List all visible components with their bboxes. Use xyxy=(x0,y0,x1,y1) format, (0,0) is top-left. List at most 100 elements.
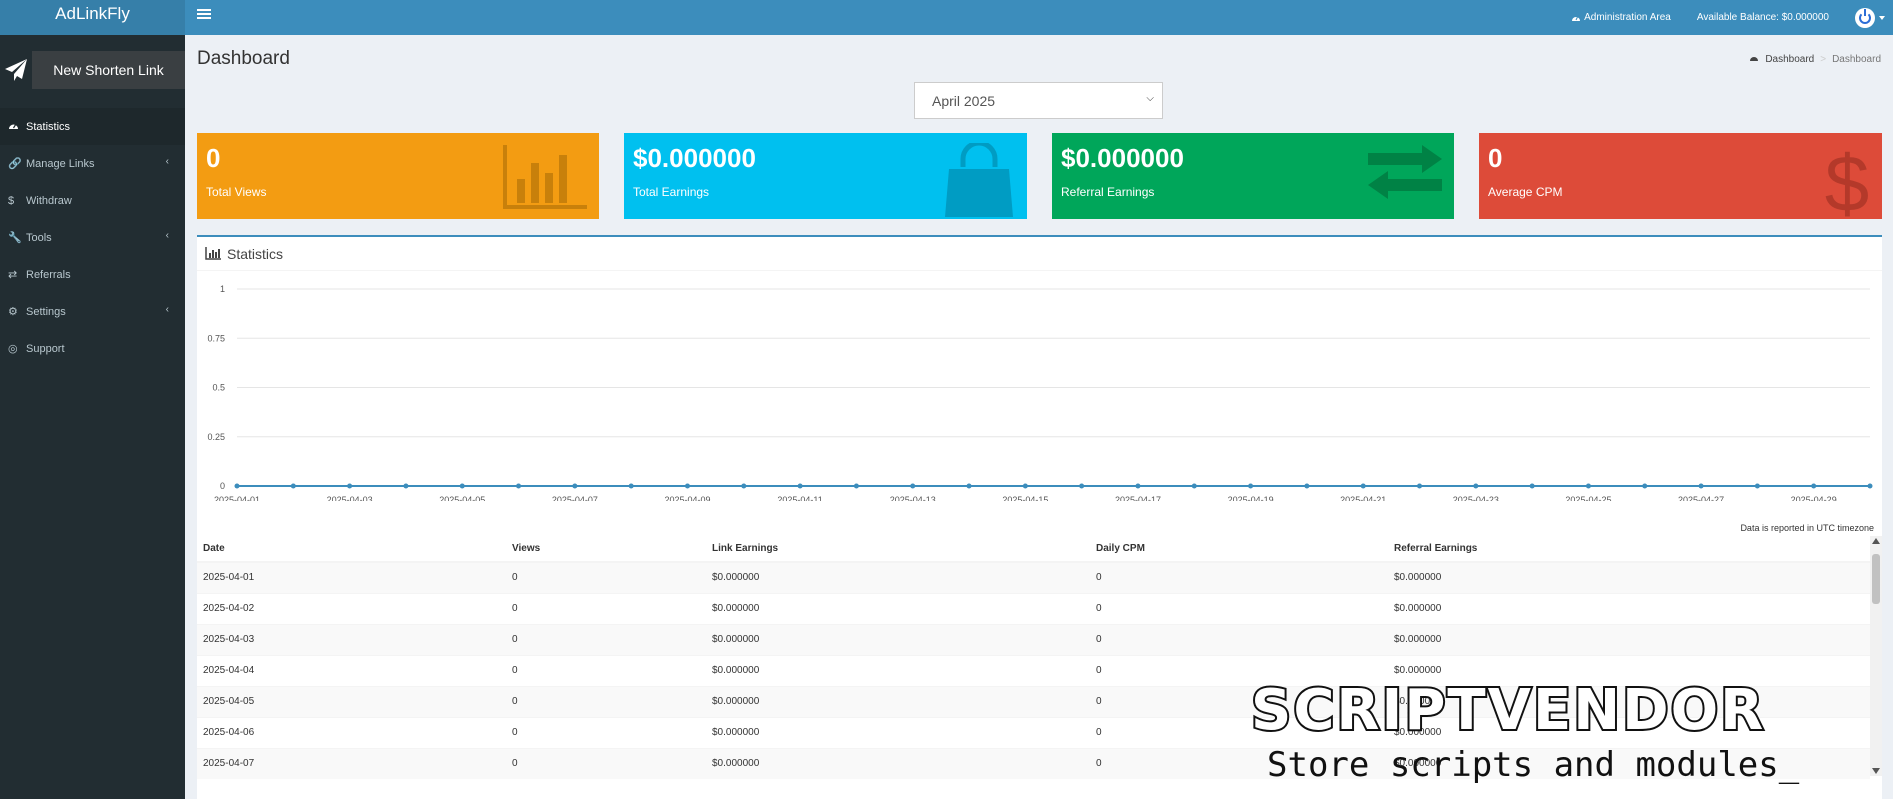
stat-label: Total Earnings xyxy=(633,185,710,199)
life-ring-icon: ◎ xyxy=(8,343,18,355)
x-tick-label: 2025-04-05 xyxy=(439,495,485,501)
table-cell: $0.000000 xyxy=(1388,561,1870,593)
statistics-chart: 0 0.25 0.5 0.75 1 2025-04-01 2025-04-03 2025-04… xyxy=(207,284,1873,501)
bar-chart-icon xyxy=(205,247,221,260)
x-tick-label: 2025-04-03 xyxy=(327,495,373,501)
column-header[interactable]: Daily CPM xyxy=(1090,536,1388,563)
table-cell: $0.000000 xyxy=(706,685,1090,717)
y-tick-label: 0.5 xyxy=(212,383,225,393)
table-cell: 0 xyxy=(1090,592,1388,624)
paper-plane-icon xyxy=(0,51,32,89)
data-point xyxy=(1135,483,1141,489)
x-tick-label: 2025-04-19 xyxy=(1228,495,1274,501)
table-header-row: Date Views Link Earnings Daily CPM Refer… xyxy=(197,536,1870,563)
x-tick-label: 2025-04-29 xyxy=(1791,495,1837,501)
statistics-panel-title: Statistics xyxy=(227,245,284,262)
shopping-bag-icon xyxy=(945,143,1013,217)
dashboard-icon xyxy=(1572,15,1581,21)
table-cell: 2025-04-03 xyxy=(197,623,506,655)
table-cell: $0.000000 xyxy=(706,623,1090,655)
data-point xyxy=(1698,483,1704,489)
x-tick-label: 2025-04-27 xyxy=(1678,495,1724,501)
sidebar-item-statistics[interactable]: Statistics xyxy=(0,108,185,145)
column-header[interactable]: Date xyxy=(197,536,506,563)
sidebar-item-label: Settings xyxy=(26,305,66,318)
sidebar-item-withdraw[interactable]: $ Withdraw xyxy=(0,182,185,219)
stat-box-average-cpm: 0 Average CPM $ xyxy=(1479,133,1882,219)
chevron-left-icon: ‹ xyxy=(165,156,169,167)
sidebar-item-label: Referrals xyxy=(26,268,71,281)
column-header[interactable]: Views xyxy=(506,536,706,563)
data-point xyxy=(459,483,465,489)
x-tick-label: 2025-04-13 xyxy=(890,495,936,501)
svg-text:$: $ xyxy=(1825,143,1870,219)
scroll-thumb[interactable] xyxy=(1872,554,1880,604)
stat-box-total-views: 0 Total Views xyxy=(197,133,599,219)
sidebar-item-label: Withdraw xyxy=(26,194,72,207)
gears-icon: ⚙ xyxy=(8,306,18,318)
table-cell: 2025-04-07 xyxy=(197,747,506,779)
scroll-up-icon[interactable] xyxy=(1872,538,1880,544)
x-tick-label: 2025-04-11 xyxy=(777,495,822,501)
table-row: 2025-04-01 0 $0.000000 0 $0.000000 xyxy=(197,561,1870,593)
y-tick-label: 0.75 xyxy=(207,333,225,343)
chevron-down-icon: ⌵ xyxy=(1146,93,1154,104)
data-point xyxy=(1811,483,1817,489)
dollar-icon: $ xyxy=(8,194,15,207)
table-cell: 0 xyxy=(506,592,706,624)
table-cell: $0.000000 xyxy=(1388,623,1870,655)
data-point xyxy=(1079,483,1085,489)
stat-value: $0.000000 xyxy=(1061,143,1184,173)
sidebar-item-settings[interactable]: ⚙ Settings ‹ xyxy=(0,293,185,330)
column-header[interactable]: Referral Earnings xyxy=(1388,536,1870,563)
data-point xyxy=(234,483,240,489)
dashboard-icon xyxy=(1749,53,1759,65)
scriptvendor-watermark: SCRIPTVENDOR Store scripts and modules_ xyxy=(1249,678,1873,793)
caret-down-icon[interactable] xyxy=(1879,15,1885,20)
table-cell: $0.000000 xyxy=(1388,592,1870,624)
sidebar-item-support[interactable]: ◎ Support xyxy=(0,330,185,367)
page-title: Dashboard xyxy=(197,48,290,69)
table-cell: 0 xyxy=(506,685,706,717)
data-point xyxy=(1585,483,1591,489)
data-point xyxy=(572,483,578,489)
exchange-icon: ⇄ xyxy=(8,269,18,281)
bar-chart-icon xyxy=(503,145,587,209)
table-cell: 0 xyxy=(506,747,706,779)
column-header[interactable]: Link Earnings xyxy=(706,536,1090,563)
top-nav-right: Administration Area Available Balance: $… xyxy=(1571,0,1893,35)
x-tick-label: 2025-04-07 xyxy=(552,495,598,501)
sidebar-item-tools[interactable]: 🔧 Tools ‹ xyxy=(0,219,185,256)
table-cell: 0 xyxy=(506,654,706,686)
data-point xyxy=(516,483,522,489)
sidebar-item-manage-links[interactable]: 🔗 Manage Links ‹ xyxy=(0,145,185,182)
month-select[interactable]: April 2025 ⌵ xyxy=(914,82,1163,119)
breadcrumb-separator: > xyxy=(1820,53,1827,65)
new-shorten-link-button[interactable]: New Shorten Link xyxy=(0,51,185,89)
dollar-icon: $ xyxy=(1825,143,1870,219)
x-tick-label: 2025-04-09 xyxy=(664,495,710,501)
admin-area-link[interactable]: Administration Area xyxy=(1571,12,1671,23)
y-tick-label: 0 xyxy=(220,481,225,491)
breadcrumb-link[interactable]: Dashboard xyxy=(1765,54,1814,65)
y-tick-label: 0.25 xyxy=(207,432,225,442)
table-cell: 2025-04-01 xyxy=(197,561,506,593)
dashboard-icon xyxy=(8,120,26,133)
breadcrumb: Dashboard > Dashboard xyxy=(1749,53,1881,65)
exchange-icon xyxy=(1368,145,1442,199)
data-point xyxy=(797,483,803,489)
x-tick-label: 2025-04-23 xyxy=(1453,495,1499,501)
app-logo[interactable]: AdLinkFly xyxy=(0,0,185,35)
sidebar-item-label: Support xyxy=(26,342,65,355)
sidebar: New Shorten Link Statistics 🔗 Manage Lin… xyxy=(0,35,185,799)
month-select-value: April 2025 xyxy=(932,92,996,109)
scroll-down-icon[interactable] xyxy=(1872,768,1880,774)
data-point xyxy=(1417,483,1423,489)
admin-area-label: Administration Area xyxy=(1584,12,1671,23)
sidebar-item-label: Tools xyxy=(26,231,52,244)
sidebar-toggle-icon[interactable] xyxy=(197,7,211,21)
sidebar-item-referrals[interactable]: ⇄ Referrals xyxy=(0,256,185,293)
watermark-title: SCRIPTVENDOR xyxy=(1249,678,1766,743)
x-tick-label: 2025-04-15 xyxy=(1002,495,1048,501)
user-menu-button[interactable] xyxy=(1855,7,1875,28)
